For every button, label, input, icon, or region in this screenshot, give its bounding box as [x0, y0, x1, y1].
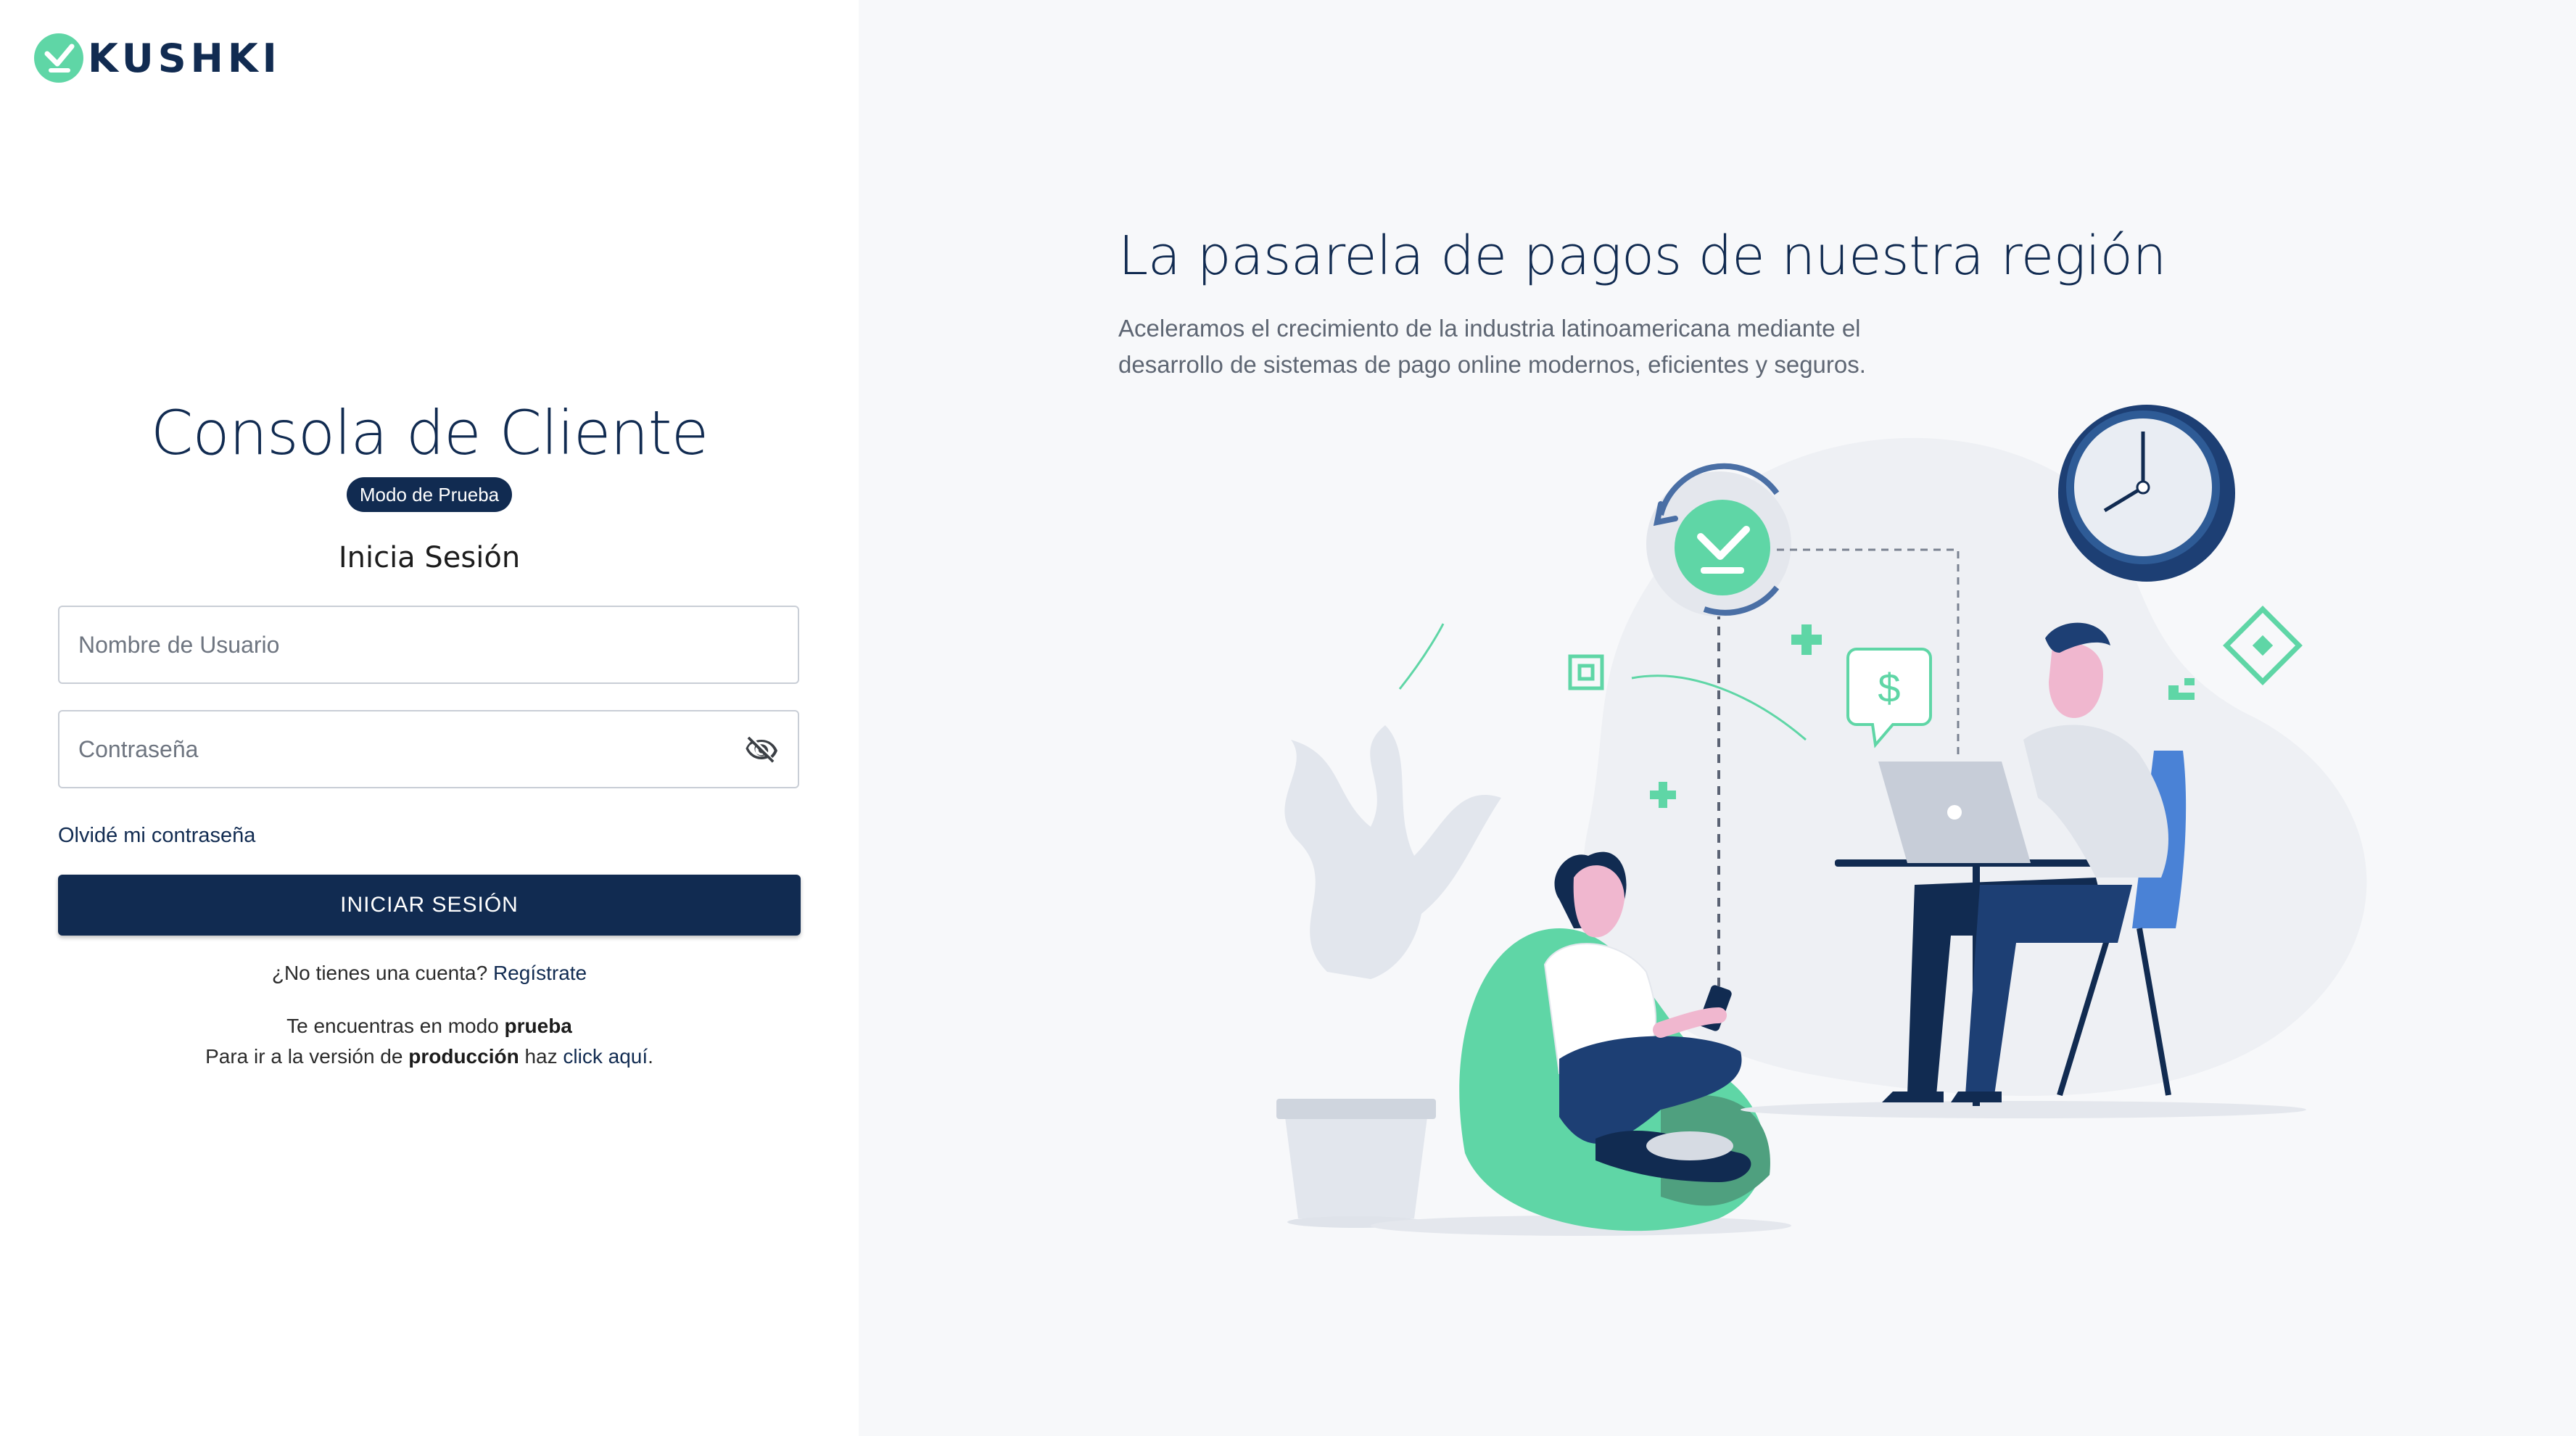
kushki-logo[interactable]: KUSHKI: [33, 32, 281, 84]
hero-title: La pasarela de pagos de nuestra región: [1118, 225, 2166, 287]
login-button[interactable]: INICIAR SESIÓN: [58, 875, 801, 936]
brand-name: KUSHKI: [88, 35, 281, 81]
username-input[interactable]: [59, 607, 717, 682]
page-title: Consola de Cliente: [150, 397, 709, 469]
mode-prefix: Te encuentras en modo: [286, 1015, 499, 1037]
spiral-square-inner: [1577, 664, 1595, 681]
spiral-square-icon: [1568, 654, 1604, 690]
password-input[interactable]: [59, 711, 717, 787]
login-panel: KUSHKI Consola de Cliente Modo de Prueba…: [0, 0, 859, 1436]
pot-rim: [1276, 1099, 1436, 1119]
plant-stem: [1398, 623, 1445, 690]
woman-shoe: [1646, 1131, 1733, 1160]
check-underline: [1701, 567, 1744, 574]
mode-line: Te encuentras en modo prueba: [0, 1011, 859, 1041]
man-shadow: [1741, 1101, 2306, 1118]
hero-subtitle: Aceleramos el crecimiento de la industri…: [1118, 315, 1866, 378]
password-field[interactable]: [58, 710, 799, 788]
forgot-password-link[interactable]: Olvidé mi contraseña: [58, 824, 255, 848]
mode-name: prueba: [504, 1015, 572, 1037]
plant-leaves: [1284, 725, 1501, 979]
check-circle: [1675, 500, 1770, 595]
prod-prefix: Para ir a la versión de: [205, 1045, 403, 1068]
username-field[interactable]: [58, 606, 799, 684]
login-heading: Inicia Sesión: [338, 541, 521, 574]
register-prompt: ¿No tienes una cuenta?: [271, 962, 488, 984]
kushki-check-icon: [34, 33, 83, 83]
clock-center: [2136, 480, 2150, 495]
man-shoe-2: [1951, 1092, 2002, 1102]
production-link[interactable]: click aquí: [563, 1045, 648, 1068]
register-line: ¿No tienes una cuenta? Regístrate: [0, 962, 859, 985]
test-mode-badge: Modo de Prueba: [346, 477, 513, 512]
clock-icon: [2058, 405, 2235, 582]
man-shoe-1: [1882, 1092, 1944, 1102]
prod-suffix: .: [648, 1045, 653, 1068]
prod-word: producción: [408, 1045, 519, 1068]
badge-wrapper: Modo de Prueba: [0, 477, 859, 512]
payment-illustration: $: [1276, 405, 2367, 1236]
mode-notice: Te encuentras en modo prueba Para ir a l…: [0, 1011, 859, 1072]
register-link[interactable]: Regístrate: [493, 962, 587, 984]
pot: [1284, 1106, 1429, 1218]
laptop-logo: [1947, 805, 1962, 820]
dollar-symbol: $: [1878, 665, 1900, 711]
eye-off-icon[interactable]: [744, 733, 779, 768]
diamond-inner: [2252, 635, 2274, 656]
production-line: Para ir a la versión de producción haz c…: [0, 1041, 859, 1072]
prod-middle: haz: [524, 1045, 558, 1068]
